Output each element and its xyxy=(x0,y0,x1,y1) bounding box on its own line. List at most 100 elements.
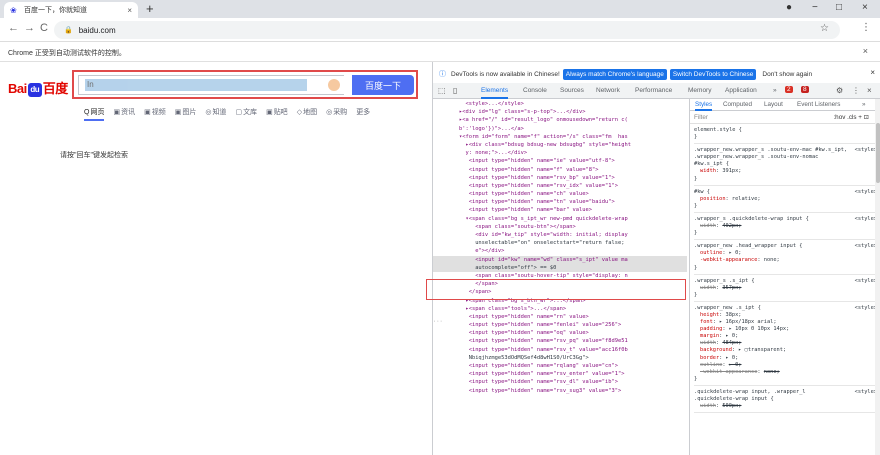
maximize-button[interactable]: □ xyxy=(836,2,842,13)
dom-node-line[interactable]: </span> xyxy=(433,288,687,296)
styles-scrollbar[interactable] xyxy=(875,99,880,455)
dom-node-line[interactable]: b':'logo'})">...</a> xyxy=(433,125,687,133)
css-rule[interactable]: .wrapper_s .s_ipt {<style> width: 357px;} xyxy=(694,278,877,302)
device-toolbar-icon[interactable]: ▯ xyxy=(453,86,457,95)
css-declaration[interactable]: outline: ▸ 0; xyxy=(694,250,877,257)
dom-node-line[interactable]: <input type="hidden" name="f" value="8"> xyxy=(433,166,687,174)
back-arrow-icon[interactable]: ← xyxy=(8,22,19,34)
rule-source-link[interactable]: <style> xyxy=(855,189,877,196)
rule-source-link[interactable]: <style> xyxy=(855,216,877,223)
tab-event-listeners[interactable]: Event Listeners xyxy=(797,101,840,108)
dom-node-line[interactable]: <input type="hidden" name="rsv_t" value=… xyxy=(433,346,687,354)
dom-node-line[interactable]: <input type="hidden" name="rsv_enter" va… xyxy=(433,370,687,378)
search-button[interactable]: 百度一下 xyxy=(352,75,414,95)
inspect-element-icon[interactable]: ⬚ xyxy=(438,86,446,95)
match-language-button[interactable]: Always match Chrome's language xyxy=(562,68,667,80)
tab-network[interactable]: Network xyxy=(596,87,620,94)
css-declaration[interactable]: width: 402px; xyxy=(694,223,877,230)
baidu-logo[interactable]: Bai du 百度 xyxy=(8,78,68,97)
dom-node-line[interactable]: unselectable="on" onselectstart="return … xyxy=(433,239,687,247)
more-tabs-icon[interactable]: » xyxy=(773,87,777,94)
browser-tab[interactable]: ❀ 百度一下，你就知道 × xyxy=(4,2,138,18)
warning-count-badge[interactable]: 8 xyxy=(801,86,809,93)
dom-node-line[interactable]: ▾<span class="bg s_ipt_wr new-pmd quickd… xyxy=(433,215,687,223)
nav-tab[interactable]: ◇地图 xyxy=(297,107,317,121)
camera-icon[interactable] xyxy=(328,79,340,91)
dom-node-line[interactable]: </span> xyxy=(433,280,687,288)
dom-node-line[interactable]: ▸<div id="lg" class="s-p-top">...</div> xyxy=(433,108,687,116)
window-close-button[interactable]: × xyxy=(862,2,868,13)
nav-tab[interactable]: ▣图片 xyxy=(175,107,197,121)
devtools-menu-icon[interactable]: ⋮ xyxy=(852,86,860,95)
bookmark-star-icon[interactable]: ☆ xyxy=(820,23,829,34)
dom-node-line[interactable]: <input id="kw" name="wd" class="s_ipt" v… xyxy=(433,255,687,264)
rule-source-link[interactable]: <style> xyxy=(855,243,877,250)
css-declaration[interactable]: height: 38px; xyxy=(694,312,877,319)
css-declaration[interactable]: -webkit-appearance: none; xyxy=(694,257,877,264)
dom-node-line[interactable]: Nbiqjhzmge53dOdMQSef4d8wH1S0/UrC3Gg"> xyxy=(433,354,687,362)
forward-arrow-icon[interactable]: → xyxy=(24,22,35,34)
new-tab-button[interactable]: + xyxy=(146,1,154,16)
dom-node-line[interactable]: ▸<a href="/" id="result_logo" onmousedow… xyxy=(433,116,687,124)
dom-node-line[interactable]: <input type="hidden" name="fenlei" value… xyxy=(433,321,687,329)
error-count-badge[interactable]: 2 xyxy=(785,86,793,93)
dom-node-line[interactable]: <input type="hidden" name="rsv_pq" value… xyxy=(433,337,687,345)
css-rule[interactable]: element.style {} xyxy=(694,127,877,145)
css-rule[interactable]: #kw {<style> position: relative;} xyxy=(694,189,877,213)
rule-source-link[interactable]: <style> xyxy=(855,278,877,285)
tab-console[interactable]: Console xyxy=(523,87,547,94)
infobar-close-icon[interactable]: × xyxy=(863,46,868,56)
nav-tab[interactable]: ▣贴吧 xyxy=(266,107,288,121)
devtools-close-icon[interactable]: × xyxy=(867,86,872,95)
css-declaration[interactable]: width: 500px; xyxy=(694,403,877,410)
dom-node-line[interactable]: autocomplete="off"> == $0 xyxy=(433,263,687,272)
nav-tab[interactable]: ▢文库 xyxy=(235,107,257,121)
reload-icon[interactable]: C xyxy=(40,22,48,34)
css-rule[interactable]: .wrapper_new .head_wrapper input {<style… xyxy=(694,243,877,275)
nav-tab[interactable]: Q网页 xyxy=(84,107,105,121)
more-style-tabs-icon[interactable]: » xyxy=(862,101,866,108)
chrome-menu-icon[interactable]: ⋮ xyxy=(861,22,871,33)
dom-node-line[interactable]: ▾<form id="form" name="f" action="/s" cl… xyxy=(433,133,687,141)
profile-icon[interactable]: ● xyxy=(786,2,792,13)
dom-node-line[interactable]: <input type="hidden" name="rsv_dl" value… xyxy=(433,378,687,386)
css-rule[interactable]: .quickdelete-wrap input, .wrapper_l .qui… xyxy=(694,389,877,414)
address-bar[interactable]: 🔒 baidu.com xyxy=(54,21,840,39)
rule-source-link[interactable]: <style> xyxy=(855,305,877,312)
tab-sources[interactable]: Sources xyxy=(560,87,584,94)
banner-close-icon[interactable]: × xyxy=(870,68,875,77)
nav-tab[interactable]: ◎知道 xyxy=(205,107,226,121)
rule-source-link[interactable]: <style> xyxy=(855,147,877,154)
dom-node-line[interactable]: <input type="hidden" name="rsv_idx" valu… xyxy=(433,182,687,190)
css-declaration[interactable]: padding: ▸ 10px 0 10px 14px; xyxy=(694,326,877,333)
css-declaration[interactable]: outline: ▸ 0; xyxy=(694,362,877,369)
dom-node-line[interactable]: <input type="hidden" name="rsv_sug3" val… xyxy=(433,387,687,395)
tab-elements[interactable]: Elements xyxy=(481,87,509,99)
tab-computed[interactable]: Computed xyxy=(723,101,752,108)
style-toggles[interactable]: :hov .cls + ⊡ xyxy=(833,114,869,121)
tab-layout[interactable]: Layout xyxy=(764,101,783,108)
dom-node-line[interactable]: <span class="soutu-hover-tip" style="dis… xyxy=(433,272,687,280)
nav-tab[interactable]: 更多 xyxy=(356,107,370,121)
dom-node-line[interactable]: <input type="hidden" name="rn" value> xyxy=(433,313,687,321)
css-rule[interactable]: .wrapper_new.wrapper_s .soutu-env-mac #k… xyxy=(694,147,877,186)
dom-node-line[interactable]: <input type="hidden" name="rsv_bp" value… xyxy=(433,174,687,182)
settings-gear-icon[interactable]: ⚙ xyxy=(836,86,843,95)
minimize-button[interactable]: − xyxy=(812,2,818,13)
css-declaration[interactable]: margin: ▸ 0; xyxy=(694,333,877,340)
css-declaration[interactable]: width: 484px; xyxy=(694,340,877,347)
dont-show-again-button[interactable]: Don't show again xyxy=(759,68,816,80)
dom-node-line[interactable]: <input type="hidden" name="tn" value="ba… xyxy=(433,198,687,206)
tab-close-icon[interactable]: × xyxy=(127,6,132,15)
css-rule[interactable]: .wrapper_s .quickdelete-wrap input {<sty… xyxy=(694,216,877,241)
nav-tab[interactable]: ◎采购 xyxy=(326,107,347,121)
css-declaration[interactable]: border: ▸ 0; xyxy=(694,355,877,362)
tab-memory[interactable]: Memory xyxy=(688,87,711,94)
dom-node-line[interactable]: <span class="soutu-btn"></span> xyxy=(433,223,687,231)
dom-node-line[interactable]: ▸<div class="bdsug bdsug-new bdsugbg" st… xyxy=(433,141,687,149)
dom-node-line[interactable]: <div id="kw_tip" style="width: initial; … xyxy=(433,231,687,239)
dom-node-line[interactable]: y: none;">...</div> xyxy=(433,149,687,157)
dom-node-line[interactable]: e"></div> xyxy=(433,247,687,255)
tab-performance[interactable]: Performance xyxy=(635,87,672,94)
dom-node-line[interactable]: <input type="hidden" name="oq" value> xyxy=(433,329,687,337)
